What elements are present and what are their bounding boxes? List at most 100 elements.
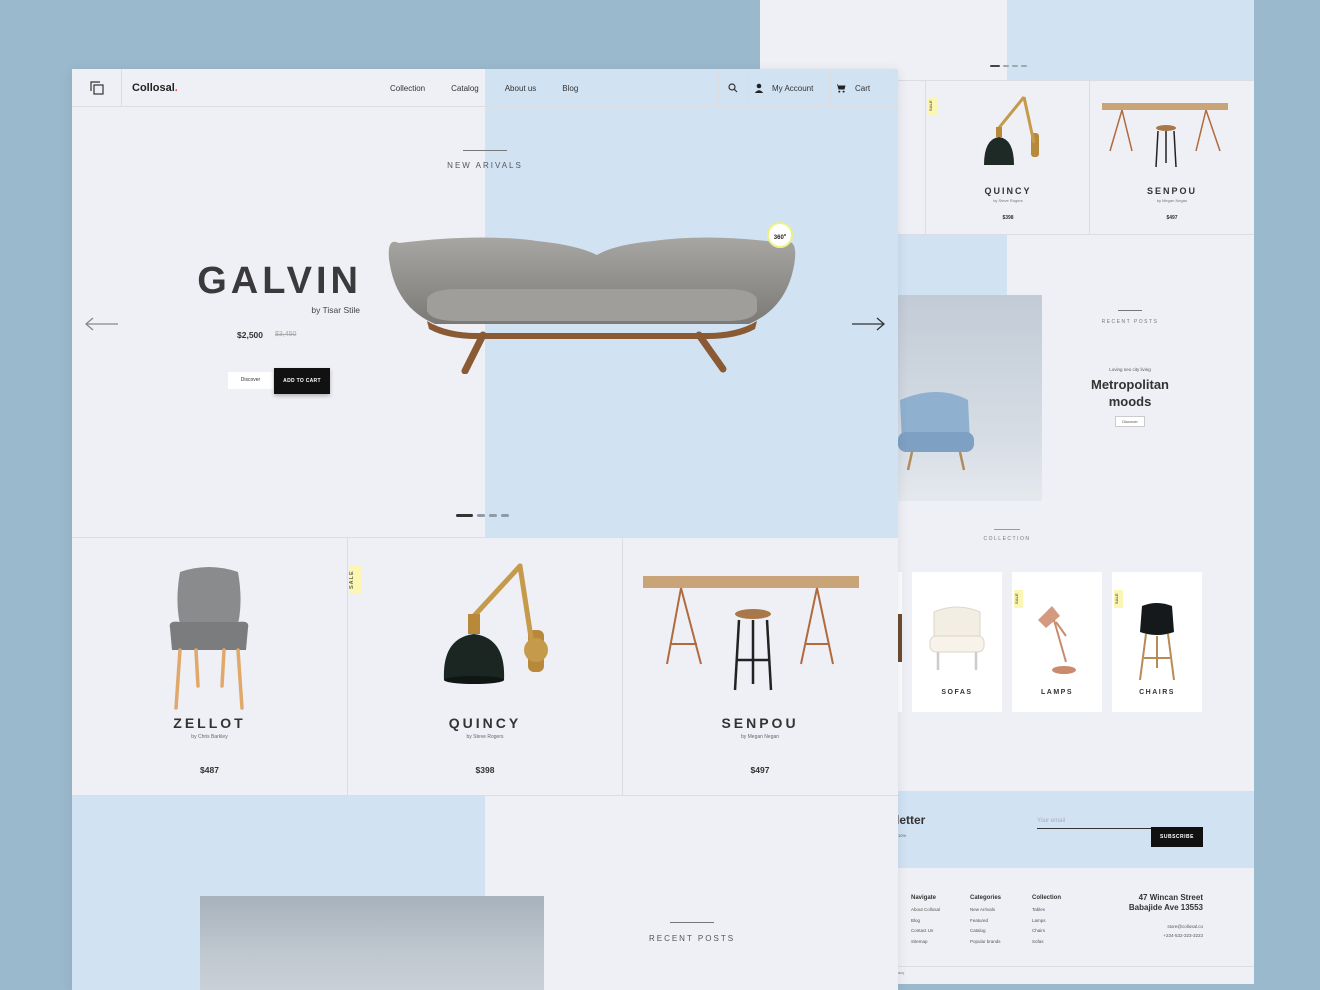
footer-link[interactable]: Catalog: [970, 926, 1001, 937]
footer-link[interactable]: New Arrivals: [970, 905, 1001, 916]
footer-link[interactable]: Blog: [911, 916, 940, 927]
section-caption: RECENT POSTS: [1101, 319, 1159, 325]
collection-card-lamps[interactable]: SALE LAMPS: [1012, 572, 1102, 712]
hero-product-designer: by Tisar Stile: [311, 305, 360, 315]
main-page: Collosal. Collection Catalog About us Bl…: [72, 69, 898, 990]
collection-card-sofas[interactable]: SOFAS: [912, 572, 1002, 712]
footer-link[interactable]: Tables: [1032, 905, 1061, 916]
product-designer: by Steve Rogers: [993, 198, 1023, 203]
product-designer: by Megan Negan: [740, 734, 780, 740]
product-row: ZELLOT by Chris Barkley $487 SALE QUINCY…: [72, 537, 898, 796]
menu-item-about[interactable]: About us: [505, 84, 537, 93]
product-card-zellot[interactable]: ZELLOT by Chris Barkley $487: [72, 538, 347, 796]
product-name: ZELLOT: [173, 715, 246, 731]
sale-tag: SALE: [1014, 590, 1023, 608]
armchair-image: [898, 392, 974, 471]
search-button[interactable]: [718, 69, 748, 107]
wall-lamp-image: [984, 96, 1039, 165]
product-price: $497: [1166, 215, 1178, 221]
store-address: 47 Wincan Street Babajide Ave 13553: [1128, 893, 1203, 912]
view-360-button[interactable]: 360o: [767, 222, 793, 248]
product-price: $497: [750, 765, 770, 775]
footer-link[interactable]: Popular brands: [970, 937, 1001, 948]
brand-name[interactable]: Collosal.: [132, 82, 178, 94]
arrow-right-icon[interactable]: [850, 316, 886, 332]
blog-post-photo[interactable]: [898, 295, 1042, 501]
collection-label: CHAIRS: [1139, 689, 1175, 696]
product-name: SENPOU: [721, 715, 799, 731]
post-subtitle: Loving neo city living: [1109, 367, 1151, 372]
collection-card-chairs[interactable]: SALE CHAIRS: [1112, 572, 1202, 712]
product-name: QUINCY: [448, 715, 522, 731]
cart-link[interactable]: Cart: [835, 81, 870, 95]
top-navigation: Collosal. Collection Catalog About us Bl…: [72, 69, 898, 107]
galvin-sofa-image: [388, 237, 796, 374]
hero-caption: NEW ARIVALS: [447, 161, 523, 170]
sale-tag: SALE: [1114, 590, 1123, 608]
add-to-cart-button[interactable]: ADD TO CART: [274, 368, 330, 394]
black-chair-image: [1139, 603, 1175, 681]
wall-lamp-image: [443, 563, 548, 684]
footer-link[interactable]: Chairs: [1032, 926, 1061, 937]
user-icon: [754, 83, 764, 93]
product-card-senpou[interactable]: SENPOU by Megan Negan $497: [622, 538, 897, 796]
main-menu: Collection Catalog About us Blog: [390, 84, 578, 93]
footer-navigate: Navigate About Collosal Blog Contact Us …: [911, 893, 940, 947]
product-price: $398: [1002, 215, 1014, 221]
footer-link[interactable]: Sitemap: [911, 937, 940, 948]
store-email[interactable]: store@collosal.co: [1163, 922, 1203, 931]
arrow-left-icon[interactable]: [84, 316, 120, 332]
discover-button[interactable]: Discover: [228, 372, 273, 389]
logo-button[interactable]: [72, 69, 122, 107]
account-link[interactable]: My Account: [754, 81, 813, 95]
footer-link[interactable]: About Collosal: [911, 905, 940, 916]
menu-item-collection[interactable]: Collection: [390, 84, 425, 93]
blog-post-photo[interactable]: [200, 896, 544, 990]
cart-label: Cart: [855, 83, 871, 93]
accent-block: [1007, 0, 1254, 80]
carousel-dots[interactable]: [990, 65, 1027, 67]
collection-label: SOFAS: [941, 689, 973, 696]
footer-link[interactable]: Sofas: [1032, 937, 1061, 948]
account-label: My Account: [772, 83, 814, 93]
footer-link[interactable]: Featured: [970, 916, 1001, 927]
cart-icon: [835, 84, 846, 93]
copy-icon: [89, 81, 104, 95]
desk-lamp-image: [1038, 606, 1076, 674]
armchair-image: [169, 567, 249, 710]
divider: [994, 529, 1020, 530]
newsletter-discount: 10%: [898, 833, 907, 838]
footer-link[interactable]: Lamps: [1032, 916, 1061, 927]
menu-item-blog[interactable]: Blog: [562, 84, 578, 93]
section-caption: RECENT POSTS: [648, 934, 736, 943]
product-designer: by Chris Barkley: [191, 734, 228, 740]
divider: [830, 69, 831, 107]
recent-posts-block: RECENT POSTS Loving neo city living Metr…: [1080, 310, 1180, 428]
product-name: QUINCY: [984, 186, 1032, 196]
collection-label: LAMPS: [1041, 689, 1073, 696]
hero-product-title: GALVIN: [197, 260, 362, 302]
subscribe-button[interactable]: SUBSCRIBE: [1151, 827, 1203, 847]
product-card-quincy[interactable]: SALE QUINCY by Steve Rogers $398: [347, 538, 622, 796]
product-designer: by Megan Negan: [1156, 198, 1188, 203]
hero-price: $2,500: [237, 330, 263, 340]
footer-link[interactable]: Contact Us: [911, 926, 940, 937]
discover-button[interactable]: Discover: [1115, 416, 1145, 427]
product-card-senpou-small[interactable]: SENPOU by Megan Negan $497: [1089, 81, 1254, 234]
hero-carousel-dots[interactable]: [456, 514, 509, 517]
newsletter-title: letter: [896, 813, 926, 827]
footer-legal[interactable]: acy: [898, 970, 904, 975]
divider: [898, 966, 1254, 967]
menu-item-catalog[interactable]: Catalog: [451, 84, 479, 93]
sale-tag: SALE: [928, 97, 937, 115]
sofa-chair-image: [929, 606, 985, 670]
product-price: $487: [200, 765, 219, 775]
sale-tag: SALE: [349, 565, 361, 594]
section-caption: COLLECTION: [983, 536, 1031, 542]
email-input[interactable]: Your email: [1037, 815, 1152, 829]
search-icon: [728, 83, 738, 93]
footer-collection: Collection Tables Lamps Chairs Sofas: [1032, 893, 1061, 947]
product-designer: by Steve Rogers: [466, 734, 504, 740]
divider: [670, 922, 714, 923]
product-card-quincy-small[interactable]: SALE QUINCY by Steve Rogers $398: [925, 81, 1090, 234]
